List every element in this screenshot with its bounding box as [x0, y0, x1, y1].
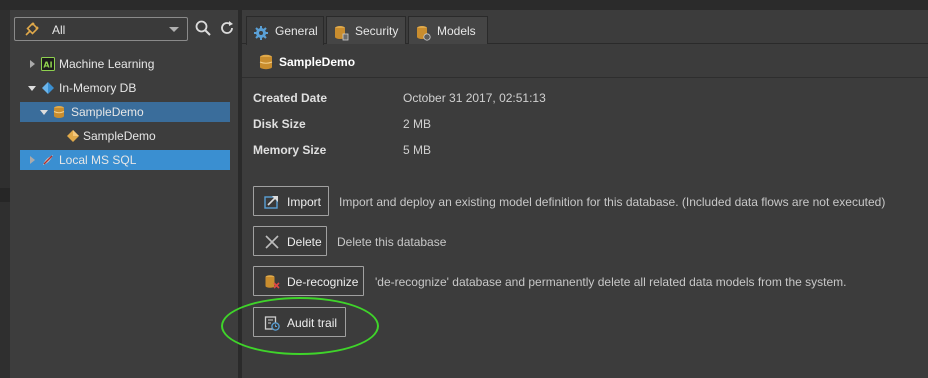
import-button[interactable]: Import — [253, 186, 329, 216]
button-label: Import — [287, 195, 322, 209]
delete-description: Delete this database — [337, 235, 447, 249]
tab-label: Models — [437, 24, 476, 38]
delete-icon — [264, 234, 280, 250]
property-label-created-date: Created Date — [253, 91, 328, 105]
models-database-icon — [415, 23, 431, 41]
derecognize-icon — [264, 274, 280, 290]
model-icon — [66, 129, 80, 143]
refresh-icon[interactable] — [218, 19, 236, 37]
tree-item-label: Local MS SQL — [59, 153, 137, 167]
tree-item-in-memory-db[interactable]: In-Memory DB — [10, 78, 238, 98]
import-icon — [264, 194, 280, 210]
database-icon — [52, 105, 66, 119]
page-title: SampleDemo — [279, 55, 356, 69]
tree-item-label: Machine Learning — [59, 57, 155, 71]
chevron-down-icon[interactable] — [28, 86, 36, 91]
tree-item-sampledemo-model[interactable]: SampleDemo — [10, 126, 238, 146]
delete-button[interactable]: Delete — [253, 226, 327, 256]
tab-models[interactable]: Models — [408, 16, 488, 44]
button-label: Delete — [287, 235, 322, 249]
details-header: SampleDemo — [242, 46, 928, 78]
datasource-tree-panel: All AI Machine Learning In-Memory DB Sam… — [10, 10, 238, 378]
tree-item-sampledemo-database[interactable]: SampleDemo — [20, 102, 230, 122]
tree-filter-bar: All — [12, 15, 238, 43]
tab-general[interactable]: General — [246, 16, 324, 45]
filter-dropdown[interactable]: All — [14, 17, 188, 41]
tab-label: General — [275, 24, 318, 38]
gear-icon — [253, 23, 269, 40]
tab-bar: General Security Models — [242, 14, 928, 45]
tab-label: Security — [355, 24, 399, 38]
button-label: De-recognize — [287, 275, 359, 289]
shield-database-icon — [333, 23, 349, 41]
plugin-icon — [24, 21, 40, 37]
chevron-down-icon — [169, 27, 179, 32]
mssql-icon — [41, 153, 55, 167]
edge-handle[interactable] — [0, 188, 10, 202]
property-value-created-date: October 31 2017, 02:51:13 — [403, 91, 546, 105]
svg-text:AI: AI — [43, 61, 52, 70]
tree-item-machine-learning[interactable]: AI Machine Learning — [10, 54, 238, 74]
tree-item-label: In-Memory DB — [59, 81, 137, 95]
property-value-disk-size: 2 MB — [403, 117, 432, 131]
database-icon — [259, 54, 273, 70]
inmemory-icon — [41, 81, 55, 95]
de-recognize-description: 'de-recognize' database and permanently … — [375, 275, 847, 289]
tree-item-local-ms-sql[interactable]: Local MS SQL — [20, 150, 230, 170]
left-edge-bar — [0, 10, 10, 378]
property-value-memory-size: 5 MB — [403, 143, 432, 157]
filter-selected-value: All — [52, 23, 66, 37]
tab-security[interactable]: Security — [326, 16, 406, 44]
highlight-ring — [221, 297, 379, 355]
tree-item-label: SampleDemo — [71, 105, 144, 119]
chevron-down-icon[interactable] — [40, 110, 48, 115]
ai-icon: AI — [41, 57, 55, 71]
de-recognize-button[interactable]: De-recognize — [253, 266, 364, 296]
window-top-strip — [0, 0, 928, 10]
import-description: Import and deploy an existing model defi… — [339, 195, 886, 209]
property-label-disk-size: Disk Size — [253, 117, 306, 131]
search-icon[interactable] — [194, 19, 212, 37]
tree-item-label: SampleDemo — [83, 129, 156, 143]
chevron-right-icon[interactable] — [30, 60, 35, 68]
chevron-right-icon[interactable] — [30, 156, 35, 164]
property-label-memory-size: Memory Size — [253, 143, 327, 157]
